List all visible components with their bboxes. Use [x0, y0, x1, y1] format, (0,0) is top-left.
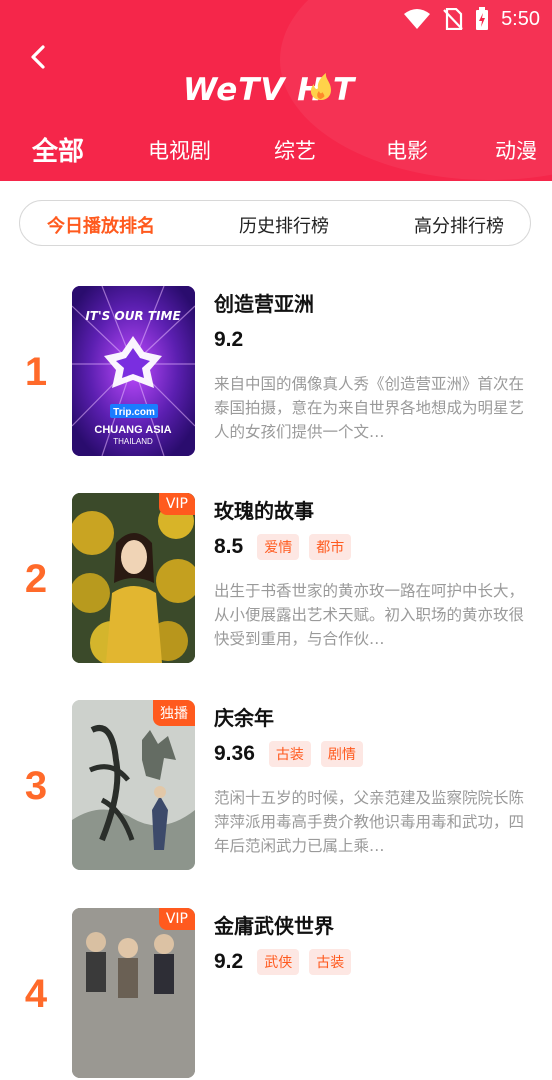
- vip-badge: VIP: [158, 908, 195, 930]
- svg-text:T: T: [333, 72, 357, 108]
- ranking-subtabs: 今日播放排名 历史排行榜 高分排行榜: [19, 200, 531, 246]
- tab-variety[interactable]: 综艺: [274, 135, 316, 165]
- show-title[interactable]: 创造营亚洲: [214, 288, 314, 317]
- tab-movies[interactable]: 电影: [386, 135, 428, 165]
- poster-jin-yong-wuxia[interactable]: VIP: [72, 908, 195, 1078]
- genre-tag[interactable]: 爱情: [257, 534, 300, 560]
- rank-number: 4: [24, 972, 48, 1016]
- show-title[interactable]: 玫瑰的故事: [214, 495, 314, 524]
- score: 9.2: [214, 950, 244, 973]
- poster-art: [72, 493, 195, 663]
- header: 5:50 WeTV H T 全部 电视剧 综艺 电影 动漫: [0, 0, 552, 181]
- poster-sponsor: Trip.com: [113, 407, 155, 418]
- genre-tag[interactable]: 古装: [309, 949, 352, 975]
- poster-art: [72, 908, 195, 1078]
- wifi-icon: [404, 9, 431, 29]
- poster-joy-of-life[interactable]: 独播: [72, 700, 195, 870]
- poster-location: THAILAND: [113, 437, 153, 446]
- logo-wordmark: WeTV H T: [183, 72, 357, 108]
- list-item[interactable]: 3 独播 庆余年 9.36 古装 剧情 范闲十五岁的时候，父亲范建及监察院院长陈…: [0, 700, 552, 872]
- genre-tag[interactable]: 剧情: [320, 741, 363, 767]
- genre-tag[interactable]: 武侠: [257, 949, 300, 975]
- show-description: 范闲十五岁的时候，父亲范建及监察院院长陈萍萍派用毒高手费介教他识毒用毒和武功，四…: [214, 789, 525, 855]
- rank-number: 3: [24, 764, 48, 808]
- wetv-hot-logo: WeTV H T: [0, 66, 552, 118]
- svg-text:WeTV H: WeTV H: [183, 72, 324, 108]
- no-sim-icon: [443, 8, 463, 30]
- list-item[interactable]: 4 VIP 金庸武侠世界 9.2 武侠 古装: [0, 908, 552, 1080]
- subtab-history-ranking[interactable]: 历史排行榜: [239, 212, 329, 238]
- score: 9.36: [214, 742, 255, 765]
- exclusive-badge: 独播: [153, 700, 195, 726]
- show-title[interactable]: 金庸武侠世界: [214, 910, 334, 939]
- score-row: 9.2: [214, 326, 247, 354]
- category-tabs: 全部 电视剧 综艺 电影 动漫: [0, 135, 552, 175]
- poster-chuang-asia[interactable]: IT'S OUR TIME Trip.com CHUANG ASIA THAIL…: [72, 286, 195, 456]
- poster-tagline: IT'S OUR TIME: [85, 309, 181, 323]
- show-description: 出生于书香世家的黄亦玫一路在呵护中长大，从小便展露出艺术天赋。初入职场的黄亦玫很…: [214, 582, 525, 648]
- score-row: 9.2 武侠 古装: [214, 948, 352, 976]
- subtab-today-ranking[interactable]: 今日播放排名: [47, 212, 155, 238]
- subtab-top-rated[interactable]: 高分排行榜: [414, 212, 504, 238]
- status-bar: 5:50: [403, 6, 540, 32]
- battery-charging-icon: [476, 7, 489, 30]
- list-item[interactable]: 2 VIP 玫瑰的故事 8.5 爱情 都市 出生于书香世家的黄亦玫一路在呵护中长…: [0, 493, 552, 665]
- genre-tag[interactable]: 古装: [268, 741, 311, 767]
- show-title[interactable]: 庆余年: [214, 702, 274, 731]
- show-description: 来自中国的偶像真人秀《创造营亚洲》首次在泰国拍摄，意在为来自世界各地想成为明星艺…: [214, 375, 525, 441]
- score-row: 9.36 古装 剧情: [214, 740, 363, 768]
- tab-anime[interactable]: 动漫: [495, 135, 537, 165]
- score: 9.2: [214, 328, 244, 351]
- poster-art: IT'S OUR TIME Trip.com CHUANG ASIA THAIL…: [72, 286, 195, 456]
- poster-story-of-rose[interactable]: VIP: [72, 493, 195, 663]
- score: 8.5: [214, 535, 244, 558]
- score-row: 8.5 爱情 都市: [214, 533, 352, 561]
- list-item[interactable]: 1 IT'S OUR TIME Trip.com CHUANG ASIA THA…: [0, 286, 552, 458]
- vip-badge: VIP: [158, 493, 195, 515]
- tab-all[interactable]: 全部: [32, 131, 84, 168]
- rank-number: 2: [24, 557, 48, 601]
- tab-tv-series[interactable]: 电视剧: [148, 135, 211, 165]
- rank-number: 1: [24, 350, 48, 394]
- poster-show-name: CHUANG ASIA: [94, 424, 171, 436]
- genre-tag[interactable]: 都市: [309, 534, 352, 560]
- status-time: 5:50: [501, 7, 540, 30]
